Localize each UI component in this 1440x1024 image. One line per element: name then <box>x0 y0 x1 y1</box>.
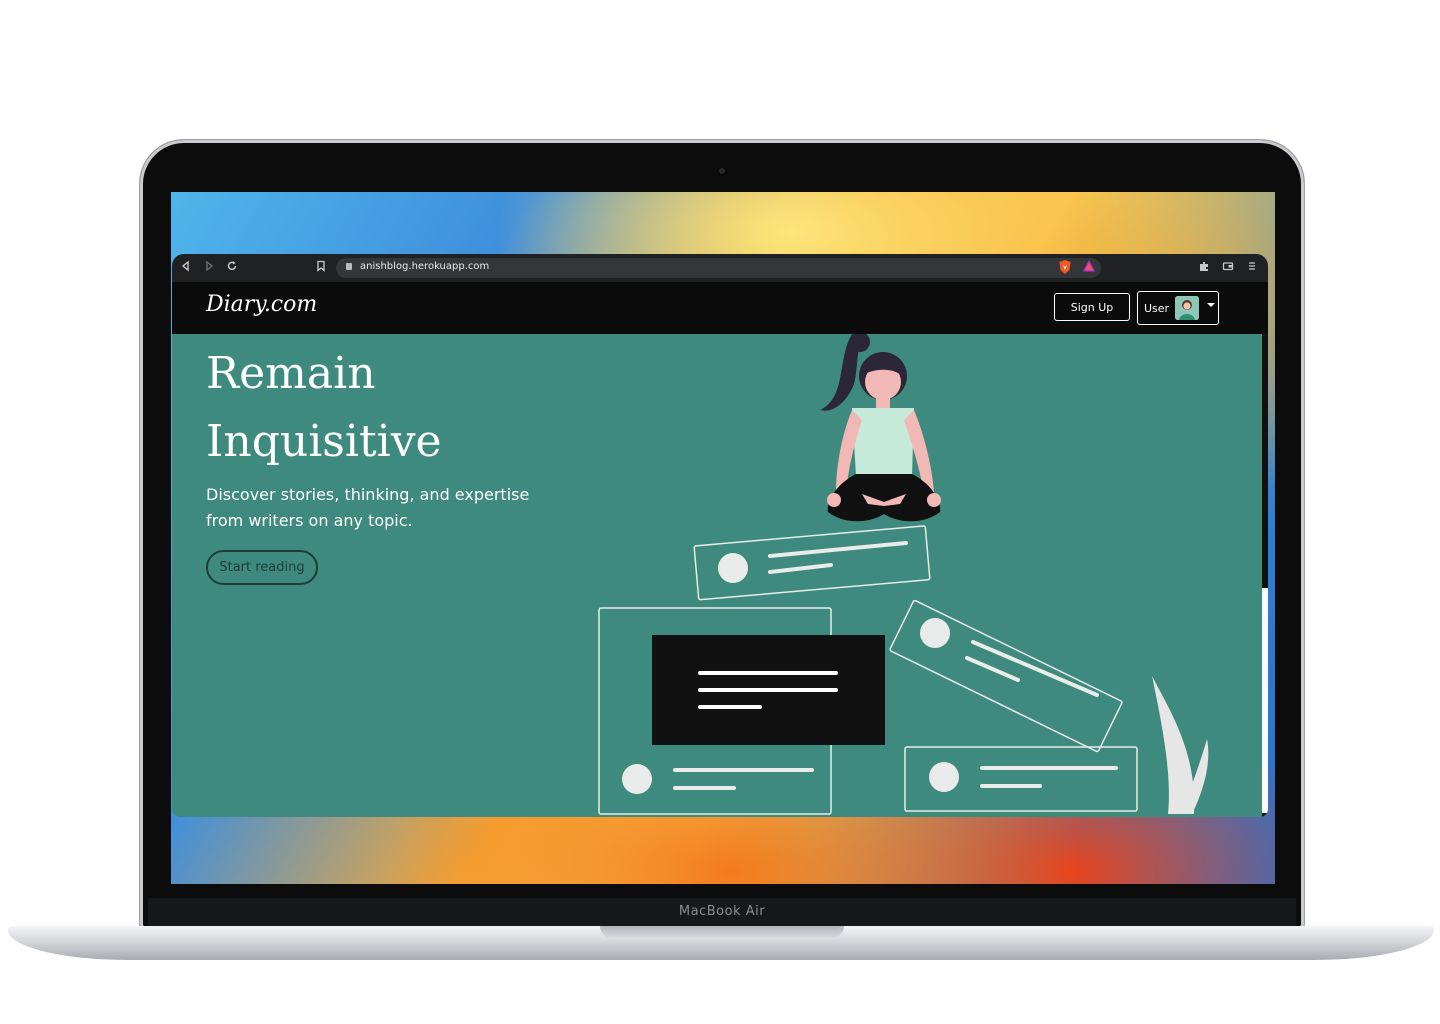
laptop-chin: MacBook Air <box>148 898 1296 928</box>
puzzle-icon[interactable] <box>1196 260 1212 276</box>
forward-arrow-icon[interactable] <box>201 260 217 276</box>
url-text: anishblog.herokuapp.com <box>360 261 490 272</box>
bookmark-icon[interactable] <box>313 260 329 276</box>
avatar-icon <box>1175 296 1200 320</box>
scrollbar-thumb[interactable] <box>1262 588 1268 813</box>
lock-icon <box>346 263 352 270</box>
site-navbar: Diary.com Sign Up User <box>172 282 1268 334</box>
brand-logo[interactable]: Diary.com <box>206 292 317 317</box>
wallet-icon[interactable] <box>1220 260 1236 276</box>
model-label: MacBook Air <box>678 904 766 919</box>
browser-window: anishblog.herokuapp.com Diary.com Sign U… <box>172 254 1268 817</box>
user-menu-button[interactable]: User <box>1137 291 1219 325</box>
sign-up-button[interactable]: Sign Up <box>1054 293 1130 321</box>
illustration-leaf <box>1152 676 1209 814</box>
back-arrow-icon[interactable] <box>178 260 194 276</box>
camera <box>719 168 725 174</box>
illustration-dark-card <box>652 635 885 745</box>
avatar <box>1175 296 1200 320</box>
chevron-down-icon <box>1207 303 1216 307</box>
menu-icon[interactable] <box>1244 260 1260 276</box>
hero-section: Remain Inquisitive Discover stories, thi… <box>172 334 1262 817</box>
brave-rewards-icon[interactable] <box>1082 259 1096 273</box>
meditation-illustration <box>598 334 1209 815</box>
browser-toolbar: anishblog.herokuapp.com <box>172 254 1268 283</box>
brave-shield-icon[interactable] <box>1058 259 1072 275</box>
illustration-woman <box>820 334 941 522</box>
user-label: User <box>1144 301 1170 315</box>
reload-icon[interactable] <box>224 260 240 276</box>
address-bar[interactable]: anishblog.herokuapp.com <box>336 258 1101 278</box>
laptop-notch <box>600 926 844 938</box>
